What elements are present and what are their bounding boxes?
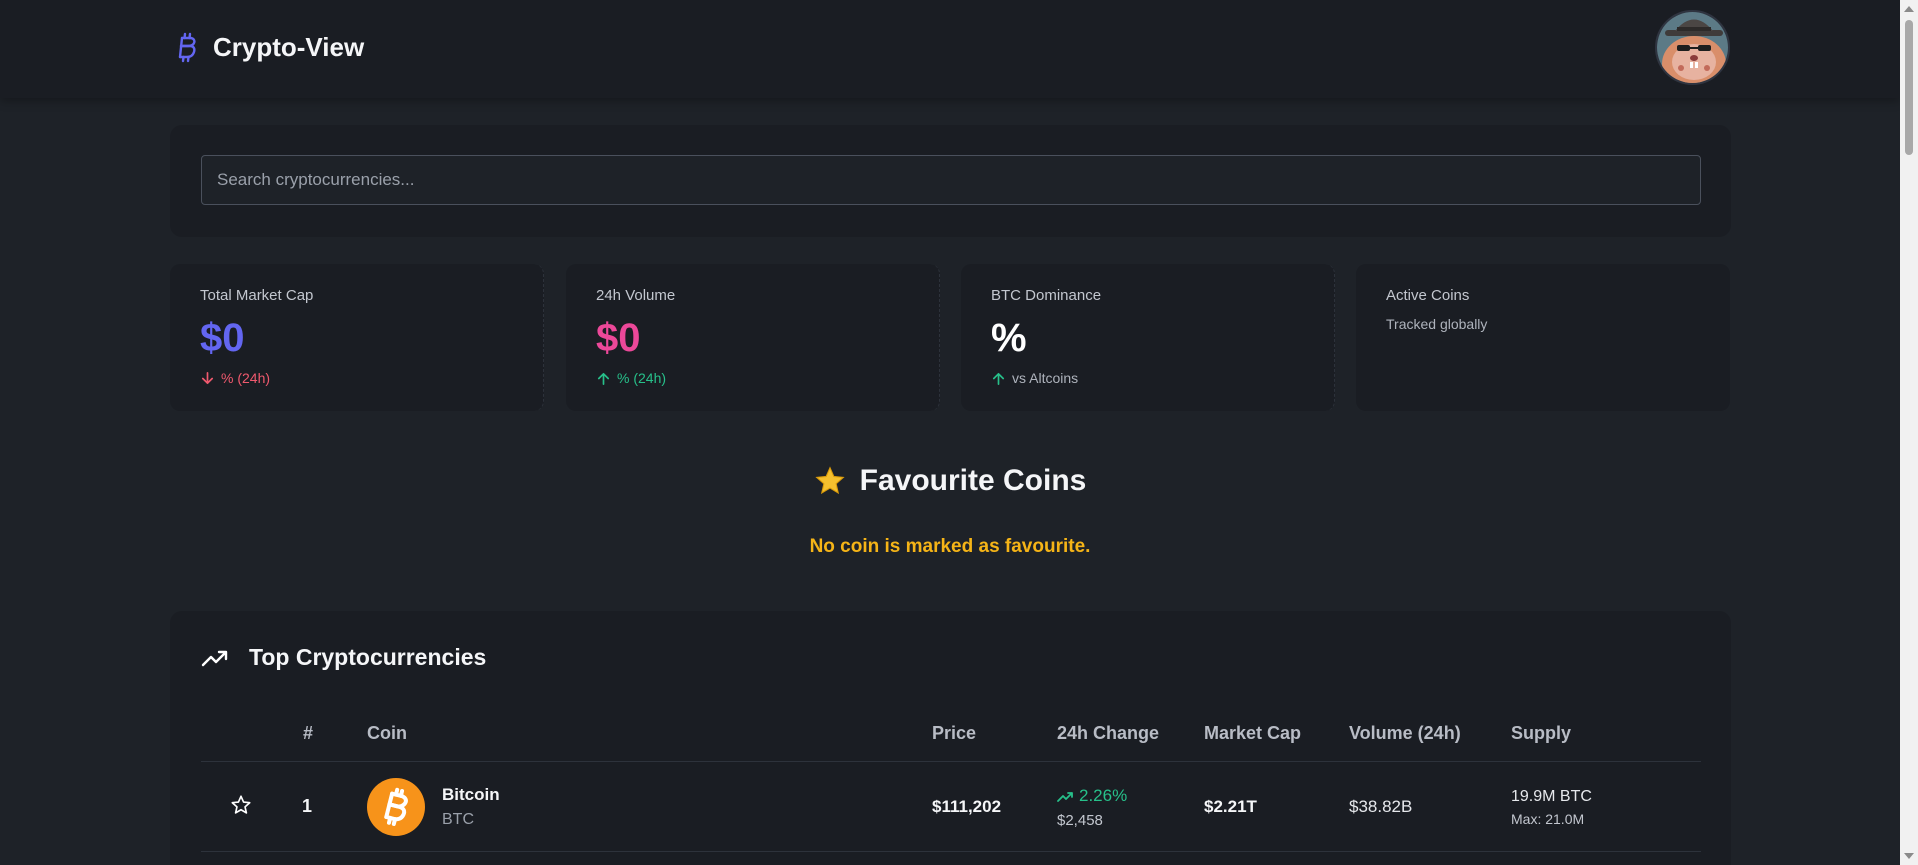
favourites-heading: Favourite Coins	[0, 464, 1900, 498]
stat-change: vs Altcoins	[991, 370, 1304, 386]
top-cryptocurrencies-title: Top Cryptocurrencies	[249, 644, 487, 670]
search-input[interactable]	[201, 155, 1701, 205]
stat-change: % (24h)	[596, 370, 909, 386]
header-divider	[201, 761, 1701, 762]
coin-name[interactable]: Bitcoin	[442, 785, 500, 805]
column-header-volume[interactable]: Volume (24h)	[1349, 723, 1461, 744]
stat-value: $0	[596, 316, 641, 360]
column-header-market-cap[interactable]: Market Cap	[1204, 723, 1301, 744]
column-header-price[interactable]: Price	[932, 723, 976, 744]
coin-rank: 1	[302, 796, 313, 816]
stat-sub-text: Tracked globally	[1386, 316, 1488, 332]
top-cryptocurrencies-panel: Top Cryptocurrencies # Coin Price 24h Ch…	[170, 611, 1731, 865]
page: Crypto-View Tot	[0, 0, 1918, 865]
column-header-24h-change[interactable]: 24h Change	[1057, 723, 1159, 744]
search-panel	[170, 125, 1731, 237]
bitcoin-logo-icon	[367, 778, 425, 836]
column-header-coin[interactable]: Coin	[367, 723, 407, 744]
coin-symbol: BTC	[442, 811, 474, 828]
page-scrollbar[interactable]	[1900, 0, 1918, 865]
coin-change-pct-text: 2.26%	[1079, 786, 1128, 805]
stat-label: BTC Dominance	[991, 287, 1102, 304]
stat-change-text: % (24h)	[221, 370, 271, 386]
scroll-up-arrow-icon[interactable]	[1904, 6, 1914, 12]
stat-card-btc-dominance: BTC Dominance % vs Altcoins	[961, 264, 1335, 411]
coin-market-cap: $2.21T	[1204, 797, 1257, 816]
stat-label: Active Coins	[1386, 287, 1470, 304]
favourite-star-icon[interactable]	[230, 794, 252, 816]
avatar[interactable]	[1655, 10, 1730, 85]
coin-max-supply: Max: 21.0M	[1511, 811, 1585, 827]
stat-card-active-coins: Active Coins Tracked globally	[1356, 264, 1730, 411]
stat-value: %	[991, 316, 1027, 360]
stat-value: $0	[200, 316, 245, 360]
stat-change: % (24h)	[200, 370, 513, 386]
favourites-title: Favourite Coins	[859, 464, 1087, 497]
brand[interactable]: Crypto-View	[175, 30, 364, 64]
avatar-image	[1657, 12, 1728, 83]
bitcoin-icon	[178, 32, 196, 63]
trending-up-icon	[1057, 791, 1073, 802]
arrow-up-icon	[597, 372, 610, 385]
stat-card-volume: 24h Volume $0 % (24h)	[566, 264, 940, 411]
column-header-supply[interactable]: Supply	[1511, 723, 1571, 744]
coin-volume: $38.82B	[1349, 797, 1413, 816]
coin-change-pct: 2.26%	[1057, 786, 1127, 806]
coin-supply: 19.9M BTC	[1511, 788, 1592, 805]
stat-label: 24h Volume	[596, 287, 676, 304]
coin-change-abs: $2,458	[1057, 812, 1103, 829]
scroll-down-arrow-icon[interactable]	[1904, 853, 1914, 859]
arrow-down-icon	[201, 371, 214, 384]
coin-price: $111,202	[932, 797, 1002, 816]
arrow-up-icon	[992, 372, 1005, 385]
star-icon	[815, 466, 845, 495]
top-header: Crypto-View	[0, 0, 1900, 98]
stat-label: Total Market Cap	[200, 287, 314, 304]
trending-up-icon	[201, 650, 228, 666]
stat-card-market-cap: Total Market Cap $0 % (24h)	[170, 264, 544, 411]
app-title: Crypto-View	[213, 31, 365, 62]
scrollbar-thumb[interactable]	[1905, 20, 1913, 155]
row-divider	[201, 851, 1701, 852]
column-header-rank[interactable]: #	[303, 723, 313, 744]
top-cryptocurrencies-heading: Top Cryptocurrencies	[201, 644, 486, 671]
stat-change-text: % (24h)	[617, 370, 667, 386]
stat-change-text: vs Altcoins	[1012, 370, 1079, 386]
favourites-empty-message: No coin is marked as favourite.	[809, 536, 1091, 557]
